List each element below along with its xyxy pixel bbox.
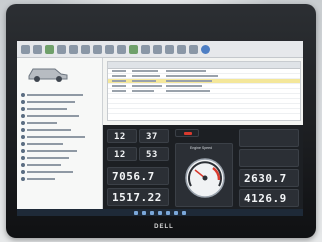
tree-item[interactable] xyxy=(21,99,75,105)
instrument-dashboard: 12 37 12 53 7056.7 1517.22 Engine Speed … xyxy=(103,125,303,216)
tree-item[interactable] xyxy=(21,169,73,175)
taskbar-icon[interactable] xyxy=(142,210,146,215)
toolbar-icon[interactable] xyxy=(141,44,150,54)
readout-box xyxy=(239,129,299,147)
tree-item[interactable] xyxy=(21,141,63,147)
taskbar-icon[interactable] xyxy=(166,210,170,215)
toolbar-icon[interactable] xyxy=(177,44,186,54)
warning-icon xyxy=(184,132,192,135)
toolbar-icon[interactable] xyxy=(45,44,54,54)
readout-right-1: 37 xyxy=(146,132,158,142)
readout-box: 37 xyxy=(139,129,169,143)
vehicle-tree-pane xyxy=(17,58,103,216)
readout-box: 12 xyxy=(107,147,137,161)
readout-box: 7056.7 xyxy=(107,167,169,185)
readout-left-1: 12 xyxy=(114,132,126,142)
toolbar-icon[interactable] xyxy=(81,44,90,54)
photo-scene: 12 37 12 53 7056.7 1517.22 Engine Speed … xyxy=(0,0,322,242)
readout-right-big-2: 4126.9 xyxy=(244,192,287,205)
tree-item[interactable] xyxy=(21,106,67,112)
windows-start-icon[interactable] xyxy=(134,210,138,215)
readout-big-1: 7056.7 xyxy=(112,170,155,183)
tree-item[interactable] xyxy=(21,148,77,154)
toolbar-icon[interactable] xyxy=(69,44,78,54)
tree-item[interactable] xyxy=(21,92,83,98)
toolbar-icon[interactable] xyxy=(93,44,102,54)
data-table xyxy=(107,61,301,121)
taskbar-icon[interactable] xyxy=(150,210,154,215)
readout-right-2: 53 xyxy=(146,150,158,160)
tree-item[interactable] xyxy=(21,162,61,168)
table-header xyxy=(108,62,300,69)
toolbar-icon[interactable] xyxy=(21,44,30,54)
readout-box: 12 xyxy=(107,129,137,143)
laptop: 12 37 12 53 7056.7 1517.22 Engine Speed … xyxy=(6,4,316,238)
toolbar-icon[interactable] xyxy=(117,44,126,54)
laptop-logo: DELL xyxy=(154,224,174,230)
toolbar-icon[interactable] xyxy=(189,44,198,54)
laptop-screen: 12 37 12 53 7056.7 1517.22 Engine Speed … xyxy=(17,41,303,216)
taskbar-icon[interactable] xyxy=(174,210,178,215)
readout-box: 2630.7 xyxy=(239,169,299,187)
toolbar-icon[interactable] xyxy=(57,44,66,54)
speedometer-icon xyxy=(185,158,225,198)
readout-box: 4126.9 xyxy=(239,189,299,207)
gauge-title: Engine Speed xyxy=(190,146,212,150)
readout-box xyxy=(239,149,299,167)
tree-item[interactable] xyxy=(21,113,79,119)
gauge-panel: Engine Speed xyxy=(175,143,233,207)
taskbar-icon[interactable] xyxy=(182,210,186,215)
readout-right-big-1: 2630.7 xyxy=(244,172,287,185)
toolbar-icon[interactable] xyxy=(105,44,114,54)
taskbar-icon[interactable] xyxy=(158,210,162,215)
car-icon xyxy=(28,68,68,82)
readout-box: 53 xyxy=(139,147,169,161)
tree-item[interactable] xyxy=(21,176,55,182)
readout-left-2: 12 xyxy=(114,150,126,160)
help-icon[interactable] xyxy=(201,44,210,54)
windows-taskbar xyxy=(17,209,303,216)
warning-indicator xyxy=(175,129,199,137)
app-toolbar xyxy=(17,41,303,58)
toolbar-icon[interactable] xyxy=(33,44,42,54)
tree-item[interactable] xyxy=(21,127,71,133)
readout-box: 1517.22 xyxy=(107,188,169,206)
toolbar-icon[interactable] xyxy=(165,44,174,54)
tree-item[interactable] xyxy=(21,155,69,161)
tree-item[interactable] xyxy=(21,134,85,140)
toolbar-icon[interactable] xyxy=(153,44,162,54)
readout-big-2: 1517.22 xyxy=(112,191,162,204)
tree-item[interactable] xyxy=(21,120,57,126)
toolbar-icon[interactable] xyxy=(129,44,138,54)
table-row[interactable] xyxy=(108,109,300,114)
